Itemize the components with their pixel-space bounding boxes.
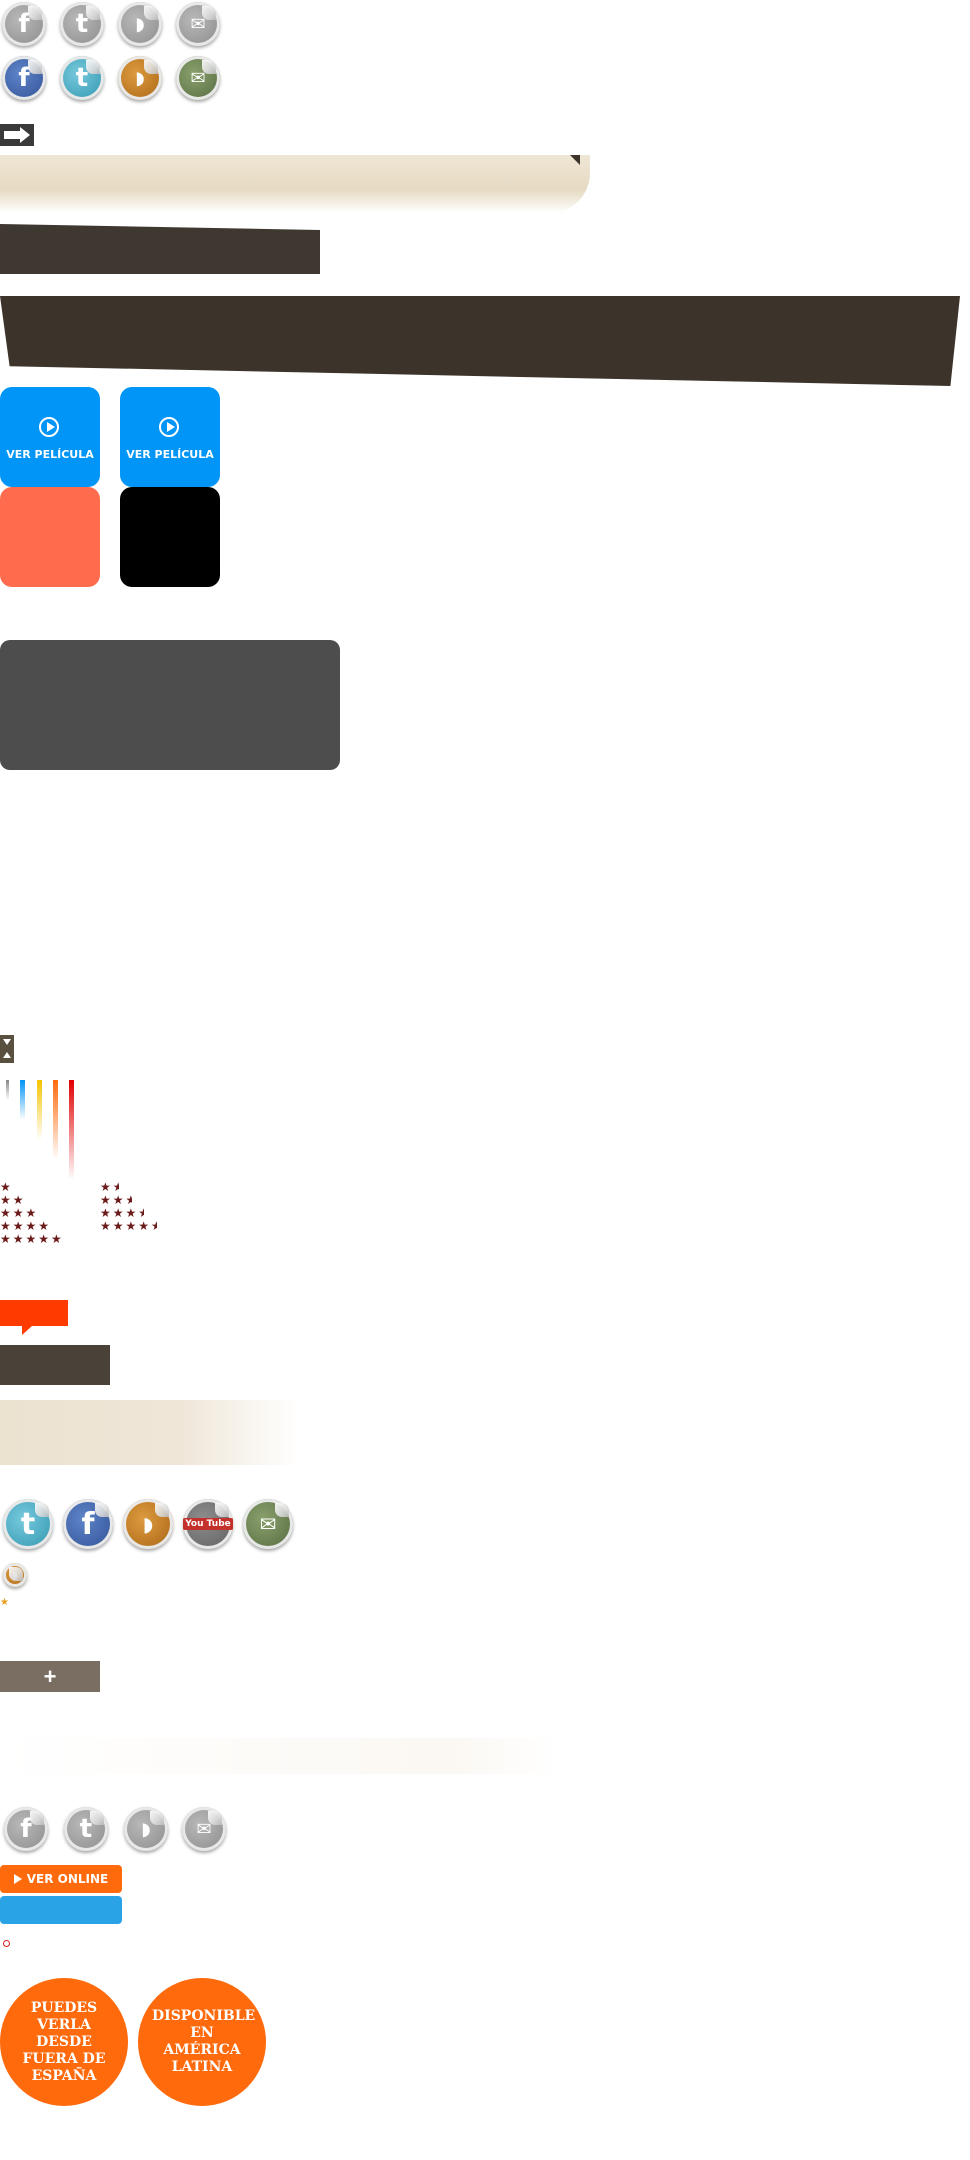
twitter-icon[interactable]: t: [60, 2, 104, 46]
ver-pelicula-label: VER PELÍCULA: [6, 448, 94, 461]
rss-icon-small[interactable]: ◗: [3, 1563, 27, 1587]
rating-5-star: ★★★★★: [0, 1232, 64, 1246]
ver-pelicula-tile-1[interactable]: VER PELÍCULA: [0, 387, 100, 487]
plus-icon: +: [43, 1663, 57, 1689]
drip-gray: [6, 1080, 9, 1100]
twitter-icon[interactable]: t: [64, 1807, 108, 1851]
small-circle-icon: [3, 1940, 10, 1947]
twitter-icon[interactable]: t: [3, 1499, 53, 1549]
drip-orange: [53, 1080, 58, 1160]
mail-icon[interactable]: ✉: [243, 1499, 293, 1549]
ver-online-button[interactable]: VER ONLINE: [0, 1865, 122, 1893]
comment-bubble-tail: [22, 1326, 32, 1335]
ver-pelicula-label: VER PELÍCULA: [126, 448, 214, 461]
rss-icon[interactable]: ◗: [123, 1499, 173, 1549]
comment-bubble-icon[interactable]: [0, 1300, 68, 1326]
drip-red: [69, 1080, 74, 1180]
play-circle-icon: [39, 417, 59, 437]
ver-pelicula-tile-2[interactable]: VER PELÍCULA: [120, 387, 220, 487]
gold-star-icon: ★: [0, 1597, 9, 1608]
twitter-icon[interactable]: t: [60, 56, 104, 100]
mail-icon[interactable]: ✉: [176, 56, 220, 100]
facebook-icon[interactable]: f: [2, 56, 46, 100]
badge-fuera-espana[interactable]: PUEDES VERLA DESDE FUERA DE ESPAÑA: [0, 1978, 128, 2106]
facebook-icon[interactable]: f: [2, 2, 46, 46]
arrow-right-icon[interactable]: [0, 124, 34, 146]
badge-america-latina[interactable]: DISPONIBLE EN AMÉRICA LATINA: [138, 1978, 266, 2106]
faint-fade-bar: [0, 1738, 560, 1774]
rss-icon[interactable]: ◗: [124, 1807, 168, 1851]
drip-blue: [20, 1080, 25, 1120]
rss-icon[interactable]: ◗: [118, 56, 162, 100]
parchment-banner: [0, 155, 590, 213]
grunge-strip: [0, 224, 320, 274]
play-icon: [13, 1874, 22, 1884]
mail-icon[interactable]: ✉: [182, 1807, 226, 1851]
mail-icon[interactable]: ✉: [176, 2, 220, 46]
rating-stars-half: ★★ ★★★ ★★★★ ★★★★★: [100, 1181, 157, 1233]
rating-stars-whole: ★ ★★ ★★★ ★★★★ ★★★★★: [0, 1181, 64, 1246]
facebook-icon[interactable]: f: [63, 1499, 113, 1549]
ver-online-label: VER ONLINE: [26, 1872, 109, 1886]
dark-label-block: [0, 1345, 110, 1385]
youtube-label: You Tube: [183, 1518, 233, 1530]
rss-icon[interactable]: ◗: [118, 2, 162, 46]
play-circle-icon: [159, 417, 179, 437]
drip-yellow: [37, 1080, 42, 1140]
badge-america-latina-text: DISPONIBLE EN AMÉRICA LATINA: [152, 2008, 256, 2075]
facebook-icon[interactable]: f: [4, 1807, 48, 1851]
blue-action-button[interactable]: [0, 1896, 122, 1924]
gray-panel: [0, 640, 340, 770]
badge-fuera-espana-text: PUEDES VERLA DESDE FUERA DE ESPAÑA: [22, 1999, 106, 2084]
expand-plus-button[interactable]: +: [0, 1661, 100, 1692]
beige-fade-block: [0, 1400, 300, 1465]
youtube-icon[interactable]: You Tube: [183, 1499, 233, 1549]
rating-4-5-star: ★★★★★: [100, 1219, 157, 1233]
coral-tile[interactable]: [0, 487, 100, 587]
collapse-toggle-icon[interactable]: [0, 1035, 14, 1063]
black-tile[interactable]: [120, 487, 220, 587]
banner-corner: [570, 155, 580, 165]
dark-band: [0, 296, 960, 386]
